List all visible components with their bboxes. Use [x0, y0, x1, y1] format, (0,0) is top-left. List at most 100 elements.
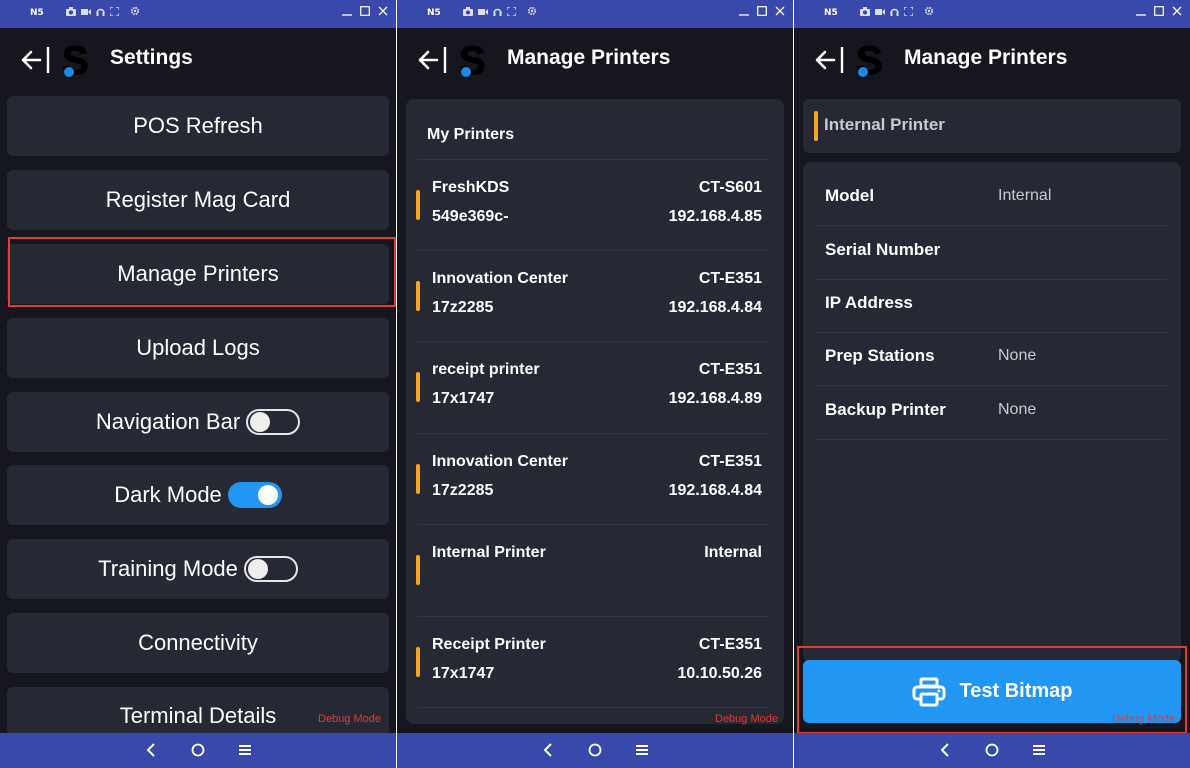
back-arrow-icon[interactable]: [814, 44, 846, 76]
settings-screen: N5 S Settings POS Refresh Register Mag C…: [0, 0, 396, 768]
accent-bar: [814, 111, 818, 141]
nav-home-icon[interactable]: [985, 743, 999, 757]
pos-refresh-button[interactable]: POS Refresh: [7, 96, 389, 156]
printer-model: CT-E351: [698, 361, 762, 378]
navigation-bar-setting: Navigation Bar: [7, 392, 389, 452]
printer-row[interactable]: Receipt Printer 17x1747 CT-E351 10.10.50…: [406, 617, 784, 708]
nav-menu-icon[interactable]: [635, 743, 649, 757]
minimize-icon[interactable]: [342, 6, 352, 16]
minimize-icon[interactable]: [1136, 6, 1146, 16]
nav-home-icon[interactable]: [191, 743, 205, 757]
app-logo-icon: S: [62, 40, 90, 80]
back-arrow-icon[interactable]: [417, 44, 449, 76]
window-controls: [739, 6, 785, 16]
headset-icon: [96, 8, 105, 16]
field-label: Serial Number: [825, 240, 941, 259]
status-icons: [66, 6, 140, 16]
field-label: Prep Stations: [825, 346, 935, 365]
printer-ip: 10.10.50.26: [677, 665, 762, 682]
fullscreen-icon: [507, 6, 516, 16]
printer-row[interactable]: Innovation Center 17z2285 CT-E351 192.16…: [406, 251, 784, 342]
printer-name: Internal Printer: [432, 544, 546, 561]
terminal-details-button[interactable]: Terminal Details: [7, 687, 389, 733]
accent-bar: [416, 464, 420, 494]
printers-card: My Printers FreshKDS 549e369c- CT-S601 1…: [406, 99, 784, 724]
accent-bar: [416, 555, 420, 585]
connectivity-button[interactable]: Connectivity: [7, 613, 389, 673]
close-icon[interactable]: [775, 6, 785, 16]
settings-gear-icon: [130, 6, 140, 16]
headset-icon: [493, 8, 502, 16]
camera-icon: [860, 6, 870, 16]
debug-mode-label: Debug Mode: [1112, 713, 1175, 725]
close-icon[interactable]: [1172, 6, 1182, 16]
nav-menu-icon[interactable]: [238, 743, 252, 757]
video-icon: [81, 8, 91, 15]
app-logo-icon: S: [459, 40, 487, 80]
printer-row[interactable]: Innovation Center 17z2285 CT-E351 192.16…: [406, 434, 784, 525]
device-label: N5: [30, 8, 44, 18]
nav-back-icon[interactable]: [940, 743, 950, 757]
nav-back-icon[interactable]: [146, 743, 156, 757]
terminal-details-label: Terminal Details: [119, 703, 277, 728]
maximize-icon[interactable]: [360, 6, 370, 16]
printer-model: CT-S601: [698, 179, 762, 196]
register-mag-card-button[interactable]: Register Mag Card: [7, 170, 389, 230]
printer-name: FreshKDS: [432, 179, 510, 196]
printer-details-card: Model Internal Serial Number IP Address …: [803, 162, 1181, 662]
dark-mode-toggle[interactable]: [227, 482, 282, 508]
toggle-knob: [257, 485, 278, 505]
fullscreen-icon: [904, 6, 913, 16]
upload-logs-button[interactable]: Upload Logs: [7, 318, 389, 378]
system-nav-bar: [794, 733, 1190, 768]
connectivity-label: Connectivity: [138, 630, 258, 655]
debug-mode-label: Debug Mode: [715, 713, 778, 725]
window-controls: [1136, 6, 1182, 16]
fullscreen-icon: [110, 6, 119, 16]
printers-list-screen: N5 S Manage Printers My Printers FreshKD…: [397, 0, 793, 768]
headset-icon: [890, 8, 899, 16]
status-icons: [860, 6, 934, 16]
highlight-box: [8, 237, 396, 307]
page-title: Manage Printers: [904, 46, 1068, 69]
printer-name: receipt printer: [432, 361, 540, 378]
camera-icon: [463, 6, 473, 16]
accent-bar: [416, 190, 420, 220]
back-arrow-icon[interactable]: [20, 44, 52, 76]
device-label: N5: [824, 8, 838, 18]
printer-ip: 192.168.4.85: [668, 208, 762, 225]
field-label: Model: [825, 186, 875, 205]
printer-row[interactable]: receipt printer 17x1747 CT-E351 192.168.…: [406, 342, 784, 433]
video-icon: [478, 8, 488, 15]
printer-name: Innovation Center: [432, 270, 569, 287]
training-mode-setting: Training Mode: [7, 539, 389, 599]
printer-name: Receipt Printer: [432, 636, 546, 653]
camera-icon: [66, 6, 76, 16]
close-icon[interactable]: [378, 6, 388, 16]
status-bar: N5: [397, 0, 793, 28]
field-value: None: [998, 401, 1037, 418]
toggle-knob: [247, 559, 268, 579]
nav-home-icon[interactable]: [588, 743, 602, 757]
training-mode-toggle[interactable]: [243, 556, 298, 582]
maximize-icon[interactable]: [757, 6, 767, 16]
minimize-icon[interactable]: [739, 6, 749, 16]
printer-row[interactable]: FreshKDS 549e369c- CT-S601 192.168.4.85: [406, 160, 784, 251]
detail-row-prep-stations[interactable]: Prep Stations None: [815, 332, 1167, 386]
accent-bar: [416, 647, 420, 677]
printer-row[interactable]: Internal Printer Internal: [406, 525, 784, 616]
pos-refresh-label: POS Refresh: [133, 113, 263, 138]
field-label: Backup Printer: [825, 400, 946, 419]
field-value: None: [998, 347, 1037, 364]
printer-detail-screen: N5 S Manage Printers Internal Printer Mo…: [794, 0, 1190, 768]
detail-row-backup-printer[interactable]: Backup Printer None: [815, 386, 1167, 440]
status-bar: N5: [0, 0, 396, 28]
detail-row-model: Model Internal: [815, 172, 1167, 226]
maximize-icon[interactable]: [1154, 6, 1164, 16]
nav-back-icon[interactable]: [543, 743, 553, 757]
navigation-bar-toggle[interactable]: [246, 409, 301, 435]
printer-id: 17z2285: [432, 299, 494, 316]
nav-menu-icon[interactable]: [1032, 743, 1046, 757]
device-label: N5: [427, 8, 441, 18]
training-mode-label: Training Mode: [98, 556, 238, 581]
